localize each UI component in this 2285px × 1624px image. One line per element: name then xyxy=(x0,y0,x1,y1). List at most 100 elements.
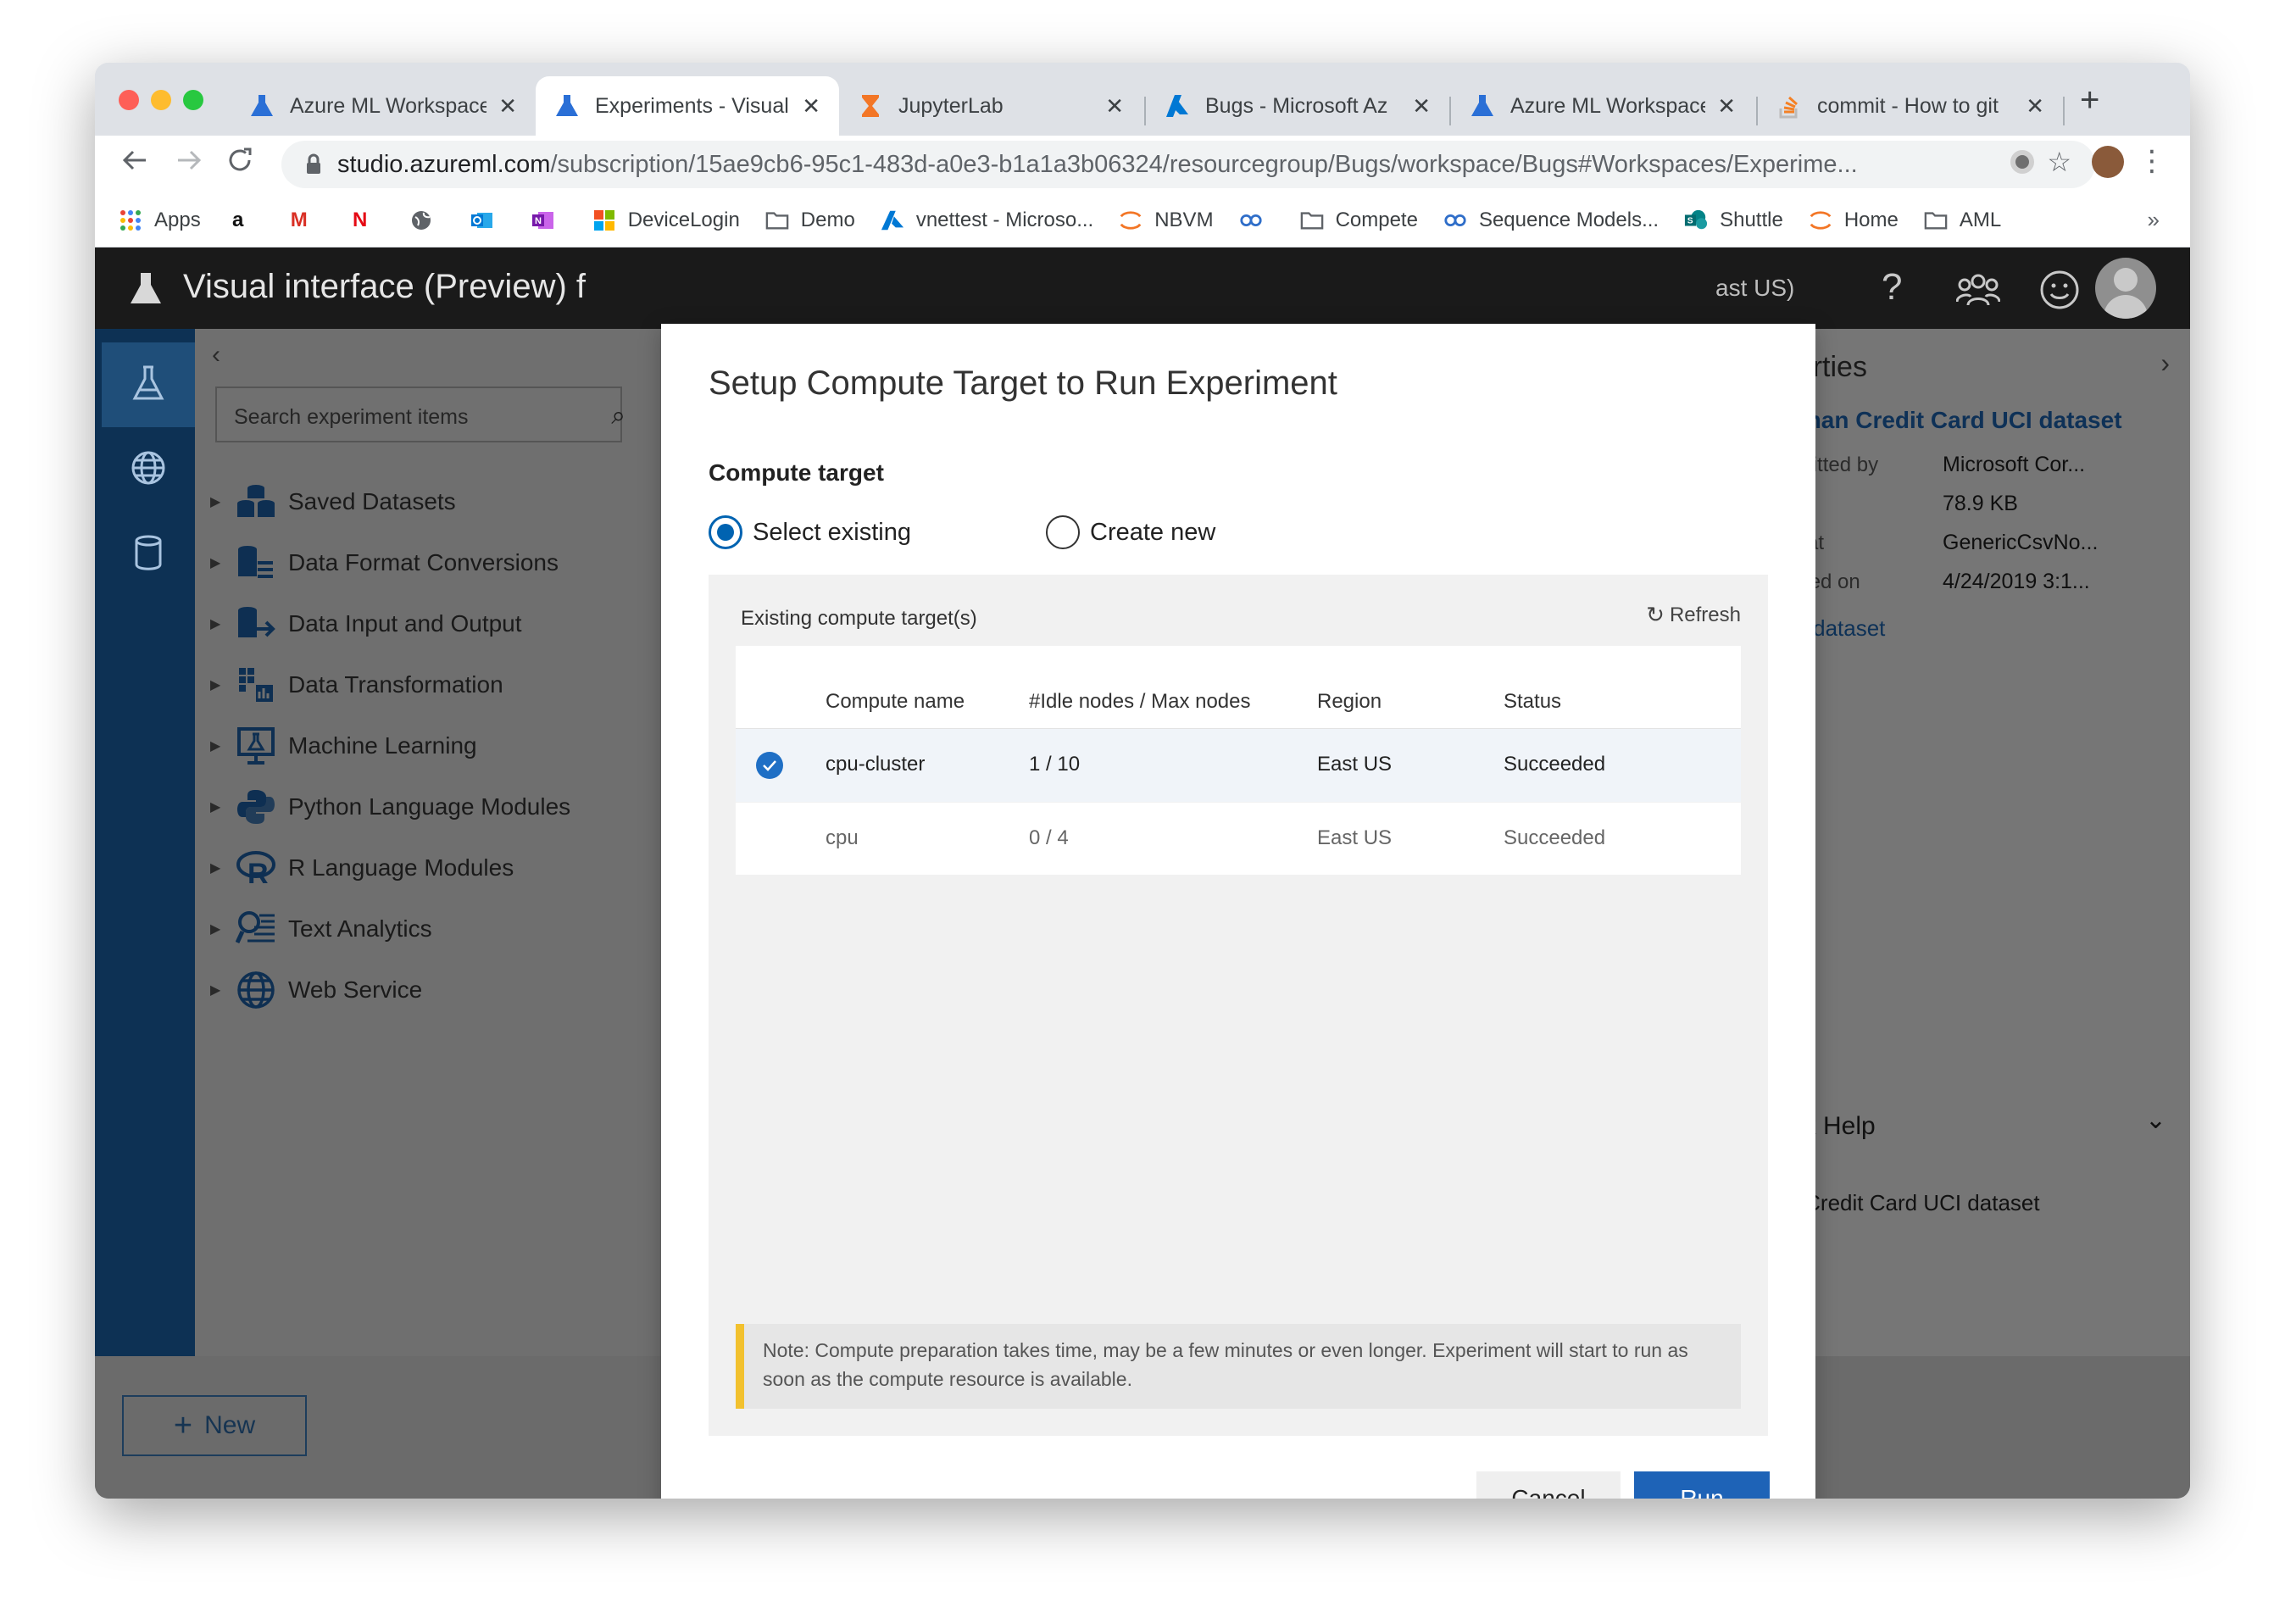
app-title: Visual interface (Preview) f xyxy=(183,268,586,305)
browser-tab[interactable]: Azure ML Workspace ✕ xyxy=(231,76,536,136)
left-nav xyxy=(95,329,195,1356)
close-tab-icon[interactable]: ✕ xyxy=(802,93,820,120)
nav-datasets[interactable] xyxy=(102,512,195,597)
help-icon[interactable]: ? xyxy=(1882,266,1902,309)
people-icon[interactable] xyxy=(1955,271,2001,318)
column-header: Region xyxy=(1317,690,1382,713)
chevron-down-icon[interactable]: ⌄ xyxy=(2145,1105,2166,1135)
bookmark-aml[interactable]: AML xyxy=(1924,209,2001,232)
bookmark-compete[interactable]: Compete xyxy=(1300,209,1418,232)
palette-item-python-language-modules[interactable]: ▶ Python Language Modules xyxy=(210,783,570,831)
bookmark-nbvm[interactable]: NBVM xyxy=(1119,209,1214,232)
flask-icon xyxy=(554,93,580,119)
hourglass-icon xyxy=(858,93,883,119)
bookmark-link[interactable] xyxy=(1239,209,1275,232)
text-analytics-icon xyxy=(234,907,278,951)
tab-strip: Azure ML Workspace ✕ Experiments - Visua… xyxy=(95,63,2190,136)
svg-text:S: S xyxy=(1687,216,1693,225)
reload-icon[interactable] xyxy=(225,146,254,182)
expand-arrow-icon: ▶ xyxy=(210,983,221,998)
bookmark-outlook[interactable] xyxy=(470,209,506,232)
avatar-body xyxy=(2104,295,2148,319)
data-format-conversions-icon xyxy=(234,541,278,585)
web-service-icon xyxy=(234,968,278,1012)
extension-icon[interactable] xyxy=(2010,150,2034,174)
tab-separator xyxy=(2063,97,2065,125)
flask-icon xyxy=(131,364,165,406)
expand-arrow-icon: ▶ xyxy=(210,617,221,631)
close-tab-icon[interactable]: ✕ xyxy=(1105,93,1124,120)
bookmark-star-icon[interactable]: ☆ xyxy=(2047,146,2071,178)
browser-tab-active[interactable]: Experiments - Visual ✕ xyxy=(536,76,839,136)
new-tab-button[interactable]: + xyxy=(2080,81,2099,120)
search-icon[interactable]: ⌕ xyxy=(611,402,625,431)
menu-kebab-icon[interactable]: ⋮ xyxy=(2138,144,2166,178)
search-placeholder: Search experiment items xyxy=(234,405,469,429)
nav-experiments[interactable] xyxy=(102,342,195,427)
address-bar[interactable]: studio.azureml.com /subscription/15ae9cb… xyxy=(281,141,2095,188)
compute-targets-table: Compute name #Idle nodes / Max nodes Reg… xyxy=(736,646,1741,875)
flask-icon xyxy=(1470,93,1495,119)
browser-tab[interactable]: JupyterLab ✕ xyxy=(839,76,1142,136)
expand-properties-icon[interactable]: › xyxy=(2160,348,2170,379)
palette-item-text-analytics[interactable]: ▶ Text Analytics xyxy=(210,905,432,953)
bookmark-globe[interactable] xyxy=(409,209,445,232)
browser-tab[interactable]: Bugs - Microsoft Az ✕ xyxy=(1146,76,1449,136)
nav-web-services[interactable] xyxy=(102,427,195,512)
palette-item-r-language-modules[interactable]: ▶ R R Language Modules xyxy=(210,844,514,892)
palette-item-web-service[interactable]: ▶ Web Service xyxy=(210,966,422,1014)
bookmark-vnettest[interactable]: vnettest - Microso... xyxy=(881,209,1093,232)
globe-icon xyxy=(409,209,433,232)
cancel-button[interactable]: Cancel xyxy=(1476,1471,1621,1499)
run-button[interactable]: Run xyxy=(1634,1471,1770,1499)
bookmark-netflix[interactable]: N xyxy=(348,209,384,232)
profile-avatar[interactable] xyxy=(2092,146,2124,178)
bookmark-apps[interactable]: Apps xyxy=(119,209,201,232)
close-tab-icon[interactable]: ✕ xyxy=(2026,93,2044,120)
existing-targets-title: Existing compute target(s) xyxy=(741,607,977,630)
minimize-window-button[interactable] xyxy=(151,90,171,110)
close-window-button[interactable] xyxy=(119,90,139,110)
maximize-window-button[interactable] xyxy=(183,90,203,110)
expand-arrow-icon: ▶ xyxy=(210,556,221,570)
collapse-palette-icon[interactable]: ‹ xyxy=(212,341,220,370)
lock-icon xyxy=(305,153,322,175)
browser-tab[interactable]: commit - How to git ✕ xyxy=(1758,76,2063,136)
bookmark-devicelogin[interactable]: DeviceLogin xyxy=(592,209,740,232)
bookmark-sequence-models[interactable]: Sequence Models... xyxy=(1443,209,1659,232)
smiley-feedback-icon[interactable] xyxy=(2039,270,2080,320)
workspace-region: ast US) xyxy=(1715,275,1795,301)
user-avatar[interactable] xyxy=(2095,258,2156,319)
table-row[interactable]: cpu 0 / 4 East US Succeeded xyxy=(736,802,1741,875)
close-tab-icon[interactable]: ✕ xyxy=(1717,93,1736,120)
search-experiment-input[interactable]: Search experiment items ⌕ xyxy=(215,387,625,442)
palette-item-machine-learning[interactable]: ▶ Machine Learning xyxy=(210,722,477,770)
data-input-output-icon xyxy=(234,602,278,646)
palette-item-data-format-conversions[interactable]: ▶ Data Format Conversions xyxy=(210,539,559,587)
python-icon xyxy=(234,785,278,829)
bookmark-shuttle[interactable]: S Shuttle xyxy=(1684,209,1783,232)
bookmark-amazon[interactable]: a xyxy=(226,209,262,232)
globe-icon xyxy=(131,450,166,490)
back-arrow-icon[interactable] xyxy=(120,146,149,182)
table-row[interactable]: cpu-cluster 1 / 10 East US Succeeded xyxy=(736,729,1741,802)
refresh-button[interactable]: ↻ Refresh xyxy=(1646,602,1741,628)
palette-item-data-input-output[interactable]: ▶ Data Input and Output xyxy=(210,600,522,648)
select-existing-radio[interactable]: Select existing xyxy=(709,515,911,549)
close-tab-icon[interactable]: ✕ xyxy=(498,93,517,120)
region: East US xyxy=(1317,826,1393,849)
close-tab-icon[interactable]: ✕ xyxy=(1412,93,1431,120)
more-bookmarks-icon[interactable]: » xyxy=(2148,207,2160,233)
bookmark-home[interactable]: Home xyxy=(1809,209,1899,232)
create-new-radio[interactable]: Create new xyxy=(1046,515,1215,549)
browser-tab[interactable]: Azure ML Workspace ✕ xyxy=(1451,76,1754,136)
saved-datasets-icon xyxy=(234,480,278,524)
bookmark-gmail[interactable]: M xyxy=(287,209,323,232)
gmail-icon: M xyxy=(290,208,308,231)
forward-arrow-icon[interactable] xyxy=(175,146,203,182)
bookmark-onenote[interactable]: N xyxy=(531,209,567,232)
palette-item-saved-datasets[interactable]: ▶ Saved Datasets xyxy=(210,478,456,526)
palette-item-data-transformation[interactable]: ▶ Data Transformation xyxy=(210,661,503,709)
bookmark-demo[interactable]: Demo xyxy=(765,209,855,232)
new-button[interactable]: + New xyxy=(122,1395,307,1456)
